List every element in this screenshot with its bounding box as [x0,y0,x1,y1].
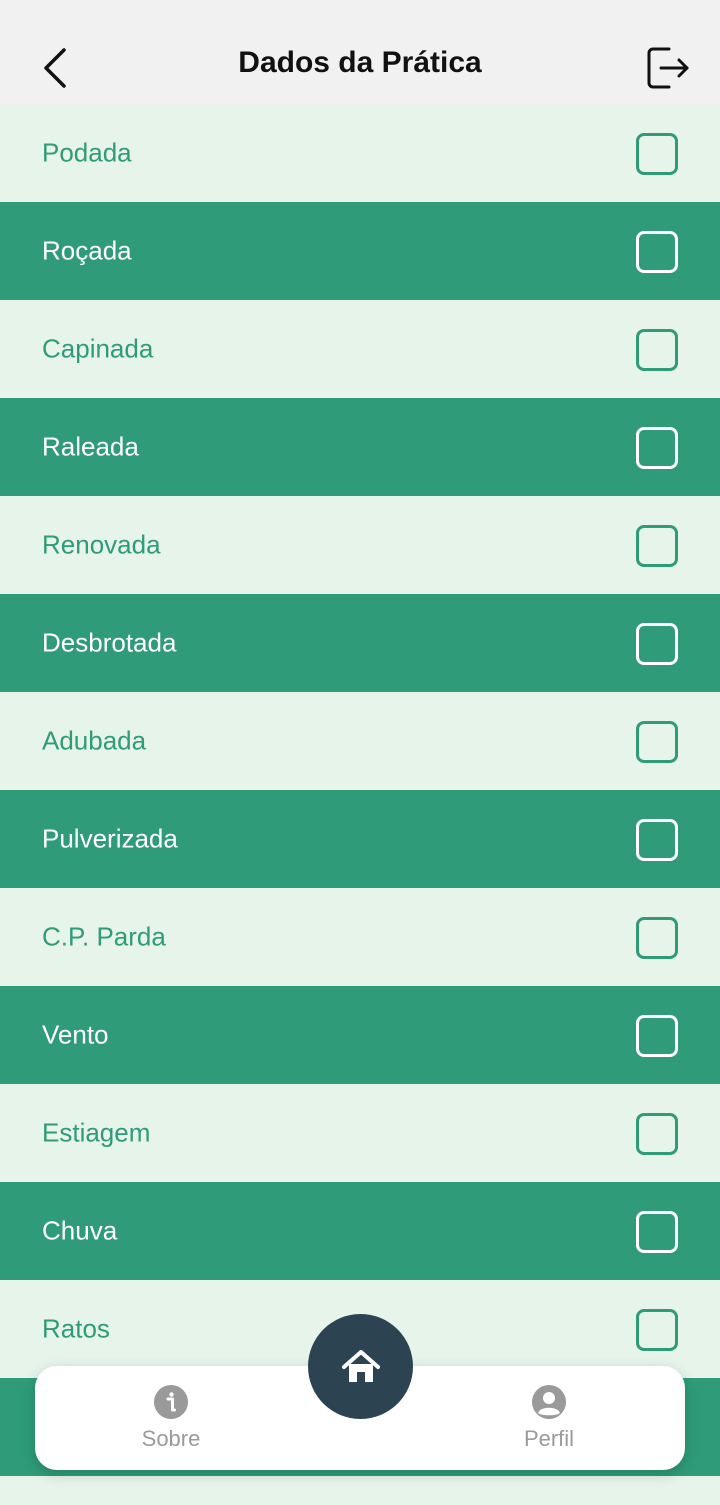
user-icon [532,1385,566,1419]
app-screen: Dados da Prática Podada Roçada Capinada … [0,0,720,1505]
list-item-renovada[interactable]: Renovada [0,496,720,594]
list-item-label: Chuva [42,1215,118,1246]
list-item-label: Podada [42,137,132,168]
list-item-vento[interactable]: Vento [0,986,720,1084]
list-item-label: Roçada [42,235,132,266]
checkbox[interactable] [636,525,678,567]
checkbox[interactable] [636,427,678,469]
list-item-adubada[interactable]: Adubada [0,692,720,790]
list-item-label: Capinada [42,333,154,364]
checkbox[interactable] [636,721,678,763]
list-item-desbrotada[interactable]: Desbrotada [0,594,720,692]
list-item-label: Renovada [42,529,161,560]
list-item-label: Ratos [42,1313,110,1344]
list-item-label: Pulverizada [42,823,178,854]
list-item-chuva[interactable]: Chuva [0,1182,720,1280]
checkbox[interactable] [636,819,678,861]
list-item-label: C.P. Parda [42,921,166,952]
list-item-raleada[interactable]: Raleada [0,398,720,496]
checkbox[interactable] [636,329,678,371]
list-item-podada[interactable]: Podada [0,104,720,202]
nav-label-sobre: Sobre [141,1426,201,1451]
logout-icon [647,47,689,89]
list-item-label: Adubada [42,725,147,756]
list-item-label: Estiagem [42,1117,151,1148]
header: Dados da Prática [0,0,720,104]
list-item-cp-parda[interactable]: C.P. Parda [0,888,720,986]
checkbox[interactable] [636,1309,678,1351]
nav-label-perfil: Perfil [523,1426,575,1451]
list-item-pulverizada[interactable]: Pulverizada [0,790,720,888]
checkbox[interactable] [636,917,678,959]
nav-item-perfil[interactable]: Perfil [469,1366,629,1470]
checkbox[interactable] [636,623,678,665]
list-item-label: Desbrotada [42,627,177,658]
checkbox[interactable] [636,133,678,175]
page-title: Dados da Prática [238,46,482,79]
nav-item-sobre[interactable]: Sobre [91,1366,251,1470]
checkbox[interactable] [636,1113,678,1155]
checkbox[interactable] [636,1015,678,1057]
checkbox[interactable] [636,1211,678,1253]
list-item-capinada[interactable]: Capinada [0,300,720,398]
list-item-estiagem[interactable]: Estiagem [0,1084,720,1182]
practice-list: Podada Roçada Capinada Raleada Renovada … [0,104,720,1476]
list-item-label: Vento [42,1019,109,1050]
list-item-label: Raleada [42,431,139,462]
checkbox[interactable] [636,231,678,273]
home-icon [341,1349,380,1382]
list-item-rocada[interactable]: Roçada [0,202,720,300]
logout-button[interactable] [638,38,698,98]
home-button[interactable] [308,1314,413,1419]
info-icon [154,1385,188,1419]
